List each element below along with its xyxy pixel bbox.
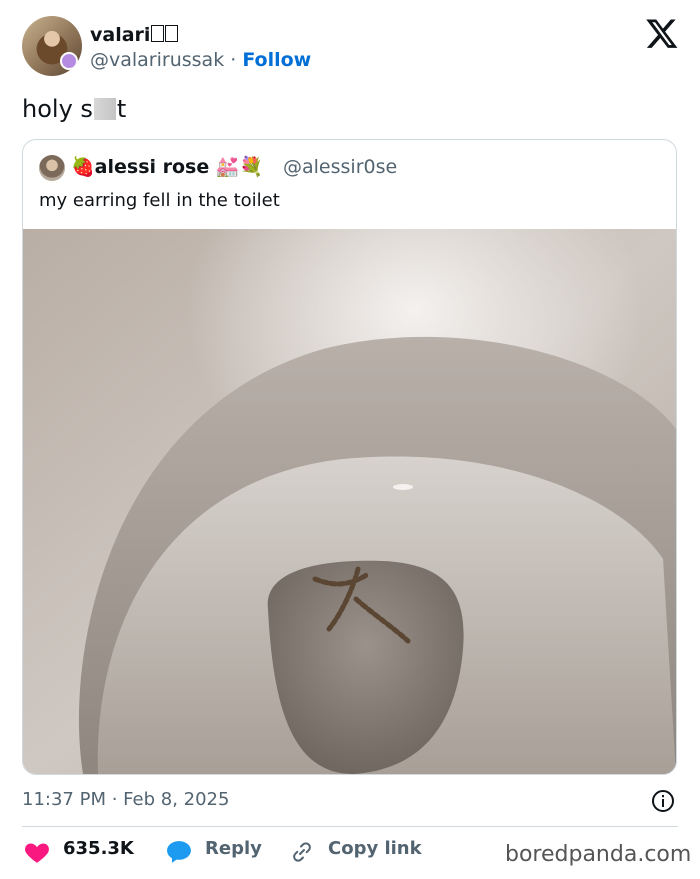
missing-glyph-icon [151,25,165,42]
reply-label: Reply [205,838,262,859]
heart-icon [25,843,49,863]
quoted-name-text: alessi rose [94,156,210,178]
follow-button[interactable]: Follow [242,49,311,71]
wedding-bouquet-icon: 💒💐 [215,156,264,178]
like-count: 635.3K [63,838,134,859]
author-display-name[interactable]: valari [90,24,179,46]
tweet-text: holy s t [22,95,126,123]
link-icon [293,842,311,862]
toilet-photo[interactable] [23,229,676,774]
tweet-text-part1: holy s [22,95,93,123]
separator-dot: · [230,49,237,71]
tweet-text-part2: t [116,95,127,123]
author-handle[interactable]: @valarirussak [90,49,224,71]
info-icon[interactable] [651,789,675,813]
quoted-author-avatar [39,155,65,181]
avatar-badge [60,52,78,70]
author-handle-line: @valarirussak · Follow [90,49,311,71]
author-name-text: valari [90,24,151,46]
copy-link-label: Copy link [328,838,422,859]
quoted-author-handle: @alessir0se [283,156,398,178]
x-logo-icon[interactable] [645,16,679,50]
quoted-author-name: 🍓alessi rose 💒💐 [71,155,263,178]
watermark: boredpanda.com [505,842,692,867]
speech-bubble-icon [167,841,191,863]
quoted-tweet-text: my earring fell in the toilet [39,190,280,211]
censor-blur [93,98,116,120]
missing-glyph-icon [165,25,179,42]
tweet-card: valari @valarirussak · Follow holy s t 🍓a… [0,0,700,879]
quoted-tweet[interactable]: 🍓alessi rose 💒💐 @alessir0se my earring f… [22,139,677,775]
tweet-timestamp[interactable]: 11:37 PM · Feb 8, 2025 [22,789,229,810]
strawberry-icon: 🍓 [71,156,95,178]
author-avatar[interactable] [22,16,82,76]
footer-divider [22,826,678,827]
